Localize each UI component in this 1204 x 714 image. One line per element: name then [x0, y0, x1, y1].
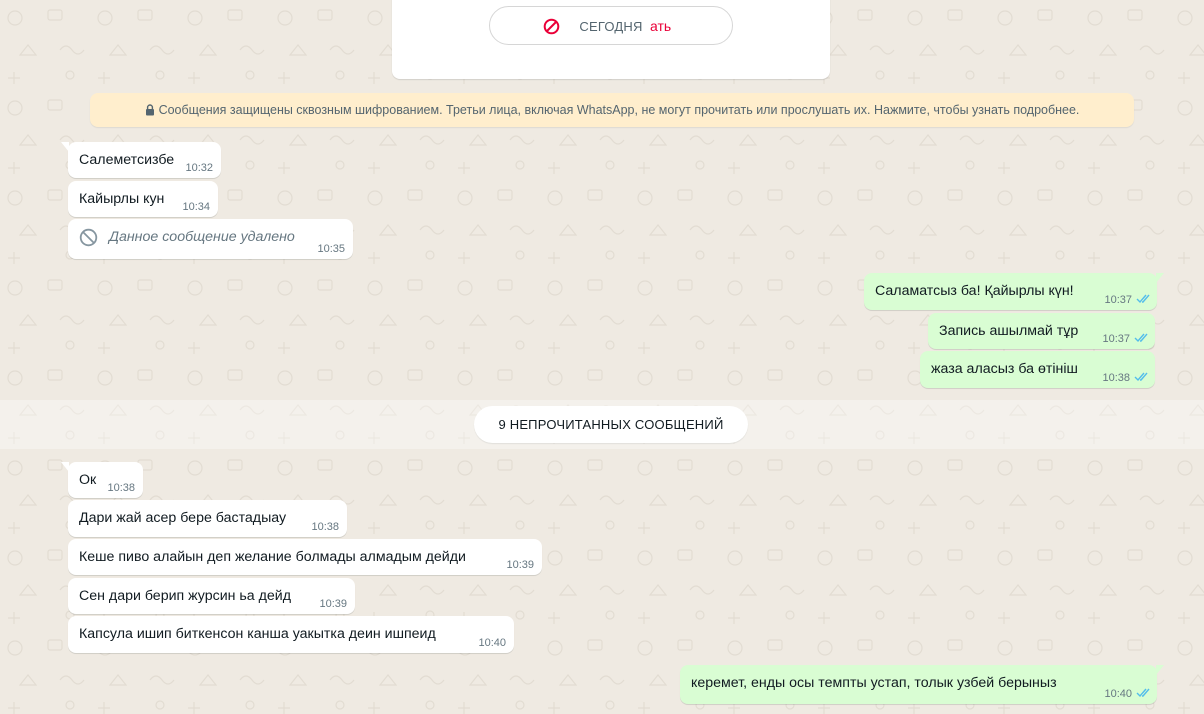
- message-bubble-incoming[interactable]: Кеше пиво алайын деп желание болмады алм…: [68, 539, 542, 575]
- double-check-icon: [1134, 372, 1148, 382]
- encryption-notice[interactable]: Сообщения защищены сквозным шифрованием.…: [90, 93, 1134, 127]
- message-text: Салеметсизбе: [79, 152, 175, 168]
- message-text: Саламатсыз ба! Қайырлы күн!: [875, 283, 1074, 299]
- message-time: 10:32: [185, 162, 213, 174]
- deleted-message-bubble[interactable]: Данное сообщение удалено 10:35: [68, 219, 353, 259]
- message-text: жаза аласыз ба өтініш: [931, 361, 1078, 377]
- message-time: 10:39: [506, 559, 534, 571]
- message-time: 10:38: [107, 482, 135, 494]
- message-bubble-outgoing[interactable]: керемет, енды осы темпты устап, толык уз…: [680, 665, 1164, 704]
- double-check-icon: [1134, 333, 1148, 343]
- message-time: 10:38: [311, 521, 339, 533]
- message-text: Капсула ишип биткенсон канша уакытка деи…: [79, 626, 436, 642]
- message-bubble-incoming[interactable]: Ок 10:38: [61, 462, 143, 498]
- message-text: Данное сообщение удалено: [109, 229, 295, 245]
- message-text: Сен дари берип журсин ьа дейд: [79, 588, 292, 604]
- bubble-tail: [61, 462, 69, 472]
- message-time: 10:39: [319, 598, 347, 610]
- message-text: Кеше пиво алайын деп желание болмады алм…: [79, 549, 466, 565]
- message-bubble-outgoing[interactable]: Саламатсыз ба! Қайырлы күн! 10:37: [864, 273, 1164, 310]
- message-time: 10:38: [1102, 372, 1130, 384]
- message-bubble-incoming[interactable]: Капсула ишип биткенсон канша уакытка деи…: [68, 616, 514, 653]
- date-divider: СЕГОДНЯ: [573, 14, 649, 40]
- message-bubble-incoming[interactable]: Кайырлы кун 10:34: [68, 181, 218, 217]
- block-icon: [543, 18, 560, 35]
- message-time: 10:34: [182, 201, 210, 213]
- message-time: 10:35: [317, 243, 345, 255]
- message-bubble-incoming[interactable]: Дари жай асер бере бастадыау 10:38: [68, 500, 347, 537]
- message-text: Запись ашылмай тұр: [939, 323, 1079, 339]
- bubble-tail: [61, 142, 69, 152]
- encryption-text: Сообщения защищены сквозным шифрованием.…: [158, 103, 1080, 117]
- block-button-label[interactable]: ать: [650, 18, 671, 34]
- message-time: 10:37: [1102, 333, 1130, 345]
- bubble-tail: [1156, 665, 1164, 675]
- double-check-icon: [1136, 688, 1150, 698]
- message-bubble-outgoing[interactable]: жаза аласыз ба өтініш 10:38: [920, 351, 1155, 388]
- message-bubble-incoming[interactable]: Салеметсизбе 10:32: [61, 142, 221, 178]
- message-time: 10:40: [478, 637, 506, 649]
- message-time: 10:40: [1104, 688, 1132, 700]
- deleted-icon: [79, 228, 98, 247]
- message-bubble-outgoing[interactable]: Запись ашылмай тұр 10:37: [928, 313, 1155, 349]
- bubble-tail: [1156, 273, 1164, 283]
- unread-messages-divider: 9 НЕПРОЧИТАННЫХ СООБЩЕНИЙ: [474, 406, 748, 443]
- message-time: 10:37: [1104, 294, 1132, 306]
- message-text: Ок: [79, 472, 97, 488]
- message-bubble-incoming[interactable]: Сен дари берип журсин ьа дейд 10:39: [68, 578, 355, 614]
- message-text: Дари жай асер бере бастадыау: [79, 510, 287, 526]
- message-text: керемет, енды осы темпты устап, толык уз…: [691, 675, 1057, 691]
- double-check-icon: [1136, 294, 1150, 304]
- message-text: Кайырлы кун: [79, 191, 165, 207]
- lock-icon: [145, 104, 154, 116]
